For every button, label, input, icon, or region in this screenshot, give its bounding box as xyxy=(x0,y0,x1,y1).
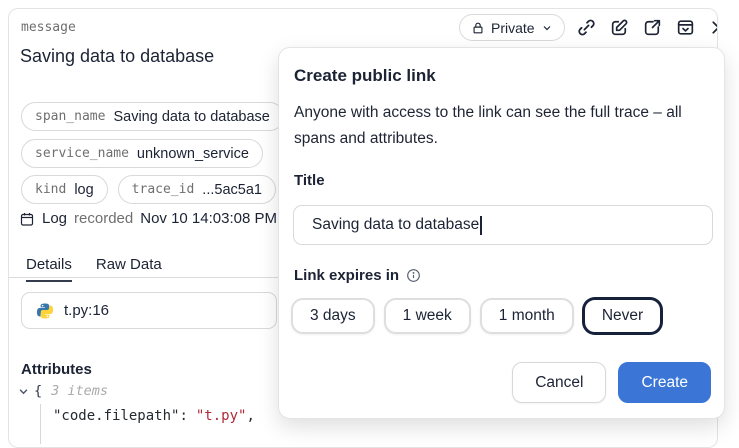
message-field-label: message xyxy=(21,20,76,35)
chip-value: Saving data to database xyxy=(113,109,269,125)
copy-link-icon[interactable] xyxy=(576,17,598,39)
chip-key: kind xyxy=(35,182,66,197)
chevron-down-icon xyxy=(541,22,553,34)
create-button[interactable]: Create xyxy=(618,362,711,403)
chip-row-1: span_name Saving data to database xyxy=(21,102,284,131)
create-public-link-popover: Create public link Anyone with access to… xyxy=(278,47,725,419)
tab-raw-data[interactable]: Raw Data xyxy=(96,256,162,282)
tab-details[interactable]: Details xyxy=(26,256,72,282)
info-icon[interactable] xyxy=(406,268,421,283)
title-input[interactable]: Saving data to database xyxy=(293,205,713,245)
privacy-label: Private xyxy=(491,20,535,36)
cancel-button[interactable]: Cancel xyxy=(512,362,606,403)
source-location-chip[interactable]: t.py:16 xyxy=(21,292,277,329)
page-title: Saving data to database xyxy=(20,46,214,67)
json-open-brace: { xyxy=(34,383,42,399)
python-icon xyxy=(36,302,54,320)
trace-id-chip[interactable]: trace_id ...5ac5a1 xyxy=(118,175,276,204)
service-name-chip[interactable]: service_name unknown_service xyxy=(21,139,263,168)
json-value: "t.py" xyxy=(196,408,247,424)
expiry-option-never[interactable]: Never xyxy=(583,298,662,334)
close-icon[interactable] xyxy=(708,17,718,39)
recorded-verb: recorded xyxy=(74,210,133,227)
chip-key: service_name xyxy=(35,146,129,161)
chip-key: span_name xyxy=(35,109,105,124)
save-view-icon[interactable] xyxy=(675,17,697,39)
recorded-timestamp: Nov 10 14:03:08 PM xyxy=(140,210,277,227)
popover-title: Create public link xyxy=(294,66,436,86)
tab-bar: Details Raw Data xyxy=(26,256,162,282)
expiry-option-1-month[interactable]: 1 month xyxy=(480,298,574,334)
edit-icon[interactable] xyxy=(609,17,631,39)
expires-label: Link expires in xyxy=(294,267,399,284)
attributes-heading: Attributes xyxy=(21,361,92,378)
expiry-option-1-week[interactable]: 1 week xyxy=(384,298,471,334)
json-colon: : xyxy=(179,408,187,424)
chip-value: unknown_service xyxy=(137,146,249,162)
expires-label-row: Link expires in xyxy=(294,267,421,284)
title-input-value: Saving data to database xyxy=(312,216,479,234)
collapse-chevron-icon[interactable] xyxy=(18,386,29,397)
chip-value: ...5ac5a1 xyxy=(202,182,262,198)
json-items-count: 3 items xyxy=(51,383,108,399)
expiry-options: 3 days 1 week 1 month Never xyxy=(291,298,662,334)
source-location-text: t.py:16 xyxy=(64,302,109,319)
kind-chip[interactable]: kind log xyxy=(21,175,108,204)
popover-footer: Cancel Create xyxy=(512,362,711,403)
lock-icon xyxy=(471,21,485,35)
title-field-label: Title xyxy=(294,172,325,189)
calendar-icon xyxy=(19,211,35,227)
toolbar: Private xyxy=(459,14,718,41)
popover-description: Anyone with access to the link can see t… xyxy=(294,100,716,152)
json-root-line: { 3 items xyxy=(18,383,108,399)
chip-key: trace_id xyxy=(132,182,195,197)
recorded-kind: Log xyxy=(42,210,67,227)
chip-row-2: service_name unknown_service xyxy=(21,139,263,168)
open-external-icon[interactable] xyxy=(642,17,664,39)
json-key: "code.filepath" xyxy=(53,408,179,424)
text-caret xyxy=(480,216,482,235)
json-indent-guide xyxy=(40,404,41,444)
chip-value: log xyxy=(74,182,93,198)
json-comma: , xyxy=(246,408,254,424)
json-attribute-line: "code.filepath": "t.py", xyxy=(53,408,255,424)
recorded-row: Log recorded Nov 10 14:03:08 PM xyxy=(19,210,277,227)
privacy-dropdown-button[interactable]: Private xyxy=(459,14,565,41)
chip-row-3: kind log trace_id ...5ac5a1 xyxy=(21,175,276,204)
expiry-option-3-days[interactable]: 3 days xyxy=(291,298,375,334)
span-name-chip[interactable]: span_name Saving data to database xyxy=(21,102,284,131)
